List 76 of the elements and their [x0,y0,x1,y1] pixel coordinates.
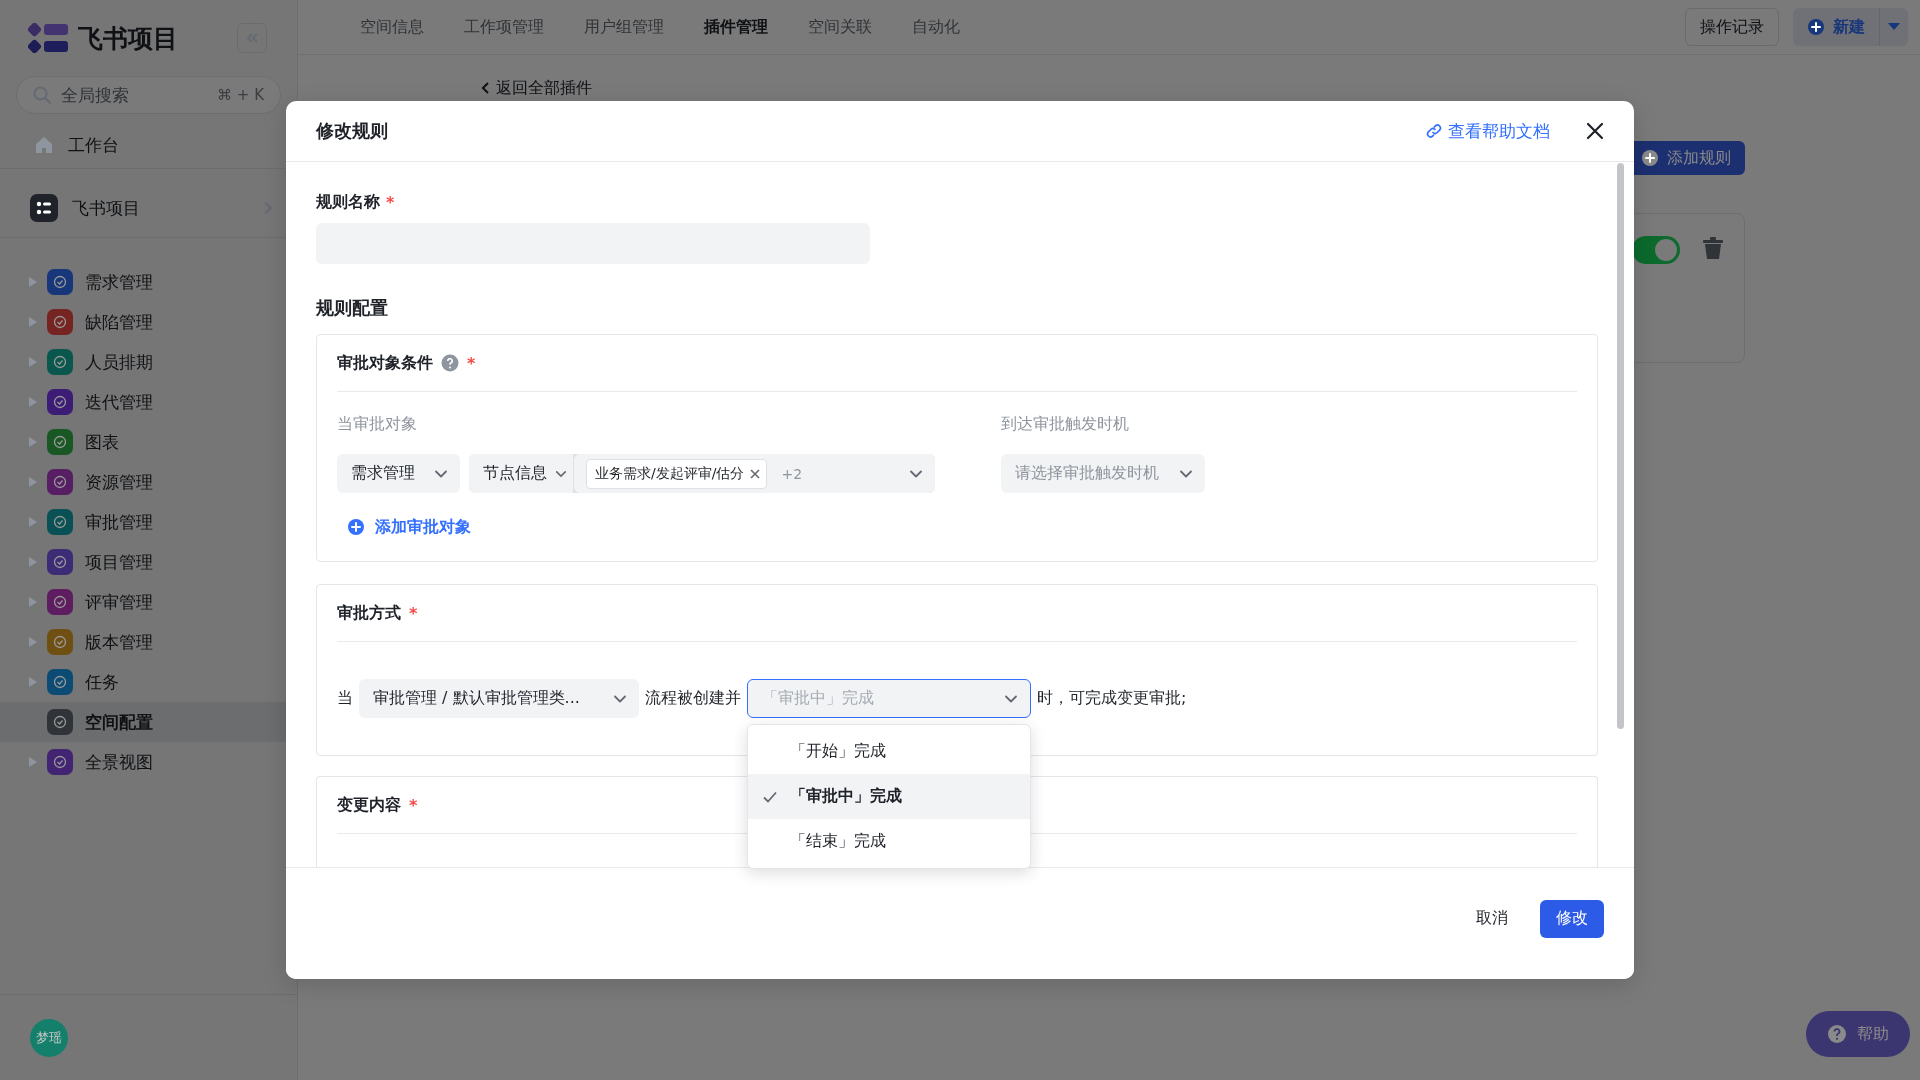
submit-button[interactable]: 修改 [1540,899,1604,938]
cancel-button[interactable]: 取消 [1470,907,1514,930]
sidebar-item[interactable]: 迭代管理 [0,382,297,422]
help-icon [441,354,459,372]
sidebar-item[interactable]: 缺陷管理 [0,302,297,342]
field-label: 当审批对象 [337,414,418,435]
sidebar-item[interactable]: 版本管理 [0,622,297,662]
dropdown-option[interactable]: 「审批中」完成 [748,774,1030,819]
required-mark: * [409,603,418,623]
flow-select[interactable]: 审批管理 / 默认审批管理类... [359,679,639,718]
sentence-text: 当 [337,688,353,709]
help-doc-link[interactable]: 查看帮助文档 [1426,119,1550,143]
scrollbar[interactable] [1617,163,1624,729]
nav-tab[interactable]: 插件管理 [704,0,768,55]
sidebar-item[interactable]: 全景视图 [0,742,297,782]
search-placeholder: 全局搜索 [61,83,129,107]
sidebar-item[interactable]: 人员排期 [0,342,297,382]
home-icon [34,135,54,155]
nav-tab[interactable]: 空间关联 [808,0,872,55]
shortcut-hint: ⌘ + K [217,86,264,104]
section-title: 规则配置 [316,296,389,320]
app-logo-text: 飞书项目 [78,22,178,55]
object-type-select[interactable]: 需求管理 [337,454,460,493]
logo-icon [28,23,68,53]
field-type-select[interactable]: 节点信息 [469,454,573,493]
close-icon [1586,122,1604,140]
sentence-text: 时，可完成变更审批; [1037,688,1187,709]
nav-tab[interactable]: 自动化 [912,0,960,55]
stage-select[interactable]: 「审批中」完成 [747,679,1031,718]
sidebar-item[interactable]: 审批管理 [0,502,297,542]
dropdown-option[interactable]: 「结束」完成 [748,819,1030,864]
nav-tab[interactable]: 工作项管理 [464,0,544,55]
sidebar-item[interactable]: 任务 [0,662,297,702]
dropdown-option[interactable]: 「开始」完成 [748,729,1030,774]
card-title: 审批对象条件 [337,352,433,374]
add-object-link[interactable]: 添加审批对象 [347,515,471,539]
back-link[interactable]: 返回全部插件 [480,79,592,97]
nav-tab[interactable]: 空间信息 [360,0,424,55]
required-mark: * [386,192,395,212]
new-button[interactable]: 新建 [1793,8,1880,46]
space-switcher[interactable]: 飞书项目 [0,179,297,237]
sentence-text: 流程被创建并 [645,688,741,709]
sidebar-item[interactable]: 资源管理 [0,462,297,502]
trigger-timing-select[interactable]: 请选择审批触发时机 [1001,454,1205,493]
node-select[interactable]: 业务需求/发起评审/估分 +2 [574,454,935,493]
card-title: 审批方式 [337,602,401,624]
plus-circle-icon [347,518,365,536]
required-mark: * [467,353,476,373]
help-button[interactable]: 帮助 [1806,1011,1910,1057]
link-icon [1426,123,1442,139]
user-avatar[interactable]: 梦瑶 [30,1018,68,1057]
sidebar-item[interactable]: 项目管理 [0,542,297,582]
help-icon [1827,1024,1847,1044]
field-label: 到达审批触发时机 [1001,414,1130,435]
field-label: 规则名称 [316,191,380,213]
dialog-title: 修改规则 [316,119,388,143]
remove-icon[interactable] [750,468,761,479]
selected-node-tag: 业务需求/发起评审/估分 [586,458,768,489]
card-title: 变更内容 [337,794,401,816]
sidebar-item[interactable]: 需求管理 [0,262,297,302]
history-button[interactable]: 操作记录 [1685,8,1779,46]
more-count: +2 [781,465,803,482]
space-icon [30,194,58,222]
toggle-switch[interactable] [1632,236,1680,264]
workbench-link[interactable]: 工作台 [68,133,119,157]
sidebar-item[interactable]: 评审管理 [0,582,297,622]
trash-icon[interactable] [1702,236,1724,260]
sidebar-item[interactable]: 图表 [0,422,297,462]
nav-tab[interactable]: 用户组管理 [584,0,664,55]
caret-icon [1888,23,1900,31]
required-mark: * [409,795,418,815]
chevron-left-icon [480,81,490,95]
close-button[interactable] [1586,122,1604,140]
search-field[interactable]: 全局搜索 ⌘ + K [16,76,281,114]
plus-circle-icon [1807,18,1825,36]
plus-circle-icon [1641,149,1659,167]
